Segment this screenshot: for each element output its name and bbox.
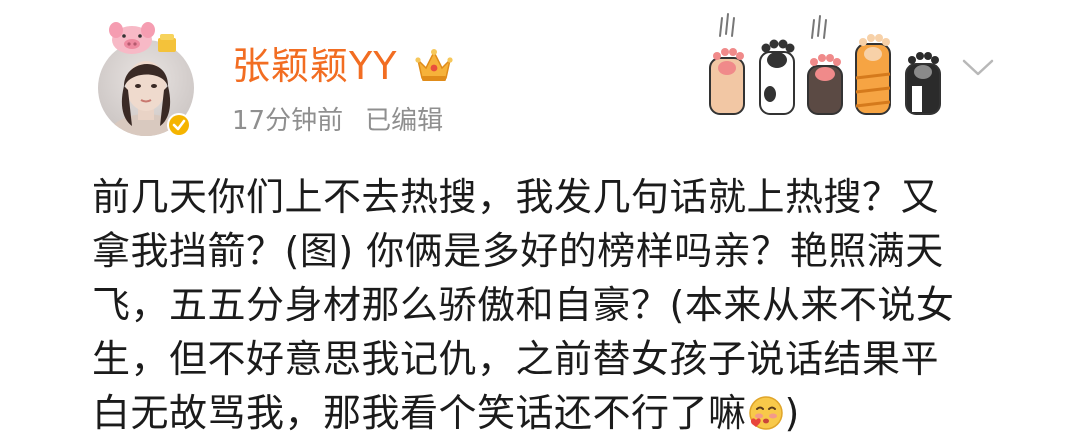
post-meta: 17分钟前 已编辑 <box>232 104 443 138</box>
post-body: 前几天你们上不去热搜，我发几句话就上热搜？又 拿我挡箭？(图) 你俩是多好的榜样… <box>92 170 992 440</box>
edited-label[interactable]: 已编辑 <box>365 106 443 136</box>
post-line: 飞，五五分身材那么骄傲和自豪？(本来从来不说女 <box>92 283 955 327</box>
chevron-down-icon[interactable] <box>960 56 996 78</box>
cat-paws-icon <box>709 13 941 115</box>
post-line: 白无故骂我，那我看个笑话还不行了嘛 <box>92 391 747 435</box>
post-line-last: 白无故骂我，那我看个笑话还不行了嘛 ) <box>92 386 992 440</box>
pig-ears-icon <box>109 22 176 54</box>
blushing-emoji-icon <box>748 396 783 430</box>
post-line: 前几天你们上不去热搜，我发几句话就上热搜？又 <box>92 175 940 219</box>
post-line: ) <box>784 391 800 435</box>
weibo-post-card: 张颖颖YY 17分钟前 已编辑 前几天你们上不去热搜，我发几句话就上热搜？又 拿… <box>0 0 1080 448</box>
post-line: 生，但不好意思我记仇，之前替女孩子说话结果平 <box>92 337 940 381</box>
author-name[interactable]: 张颖颖YY <box>232 44 397 88</box>
verified-badge-icon <box>167 113 191 137</box>
crown-icon <box>415 49 453 81</box>
author-avatar-wrap[interactable] <box>92 22 204 142</box>
post-line: 拿我挡箭？(图) 你俩是多好的榜样吗亲？艳照满天 <box>92 229 944 273</box>
post-time[interactable]: 17分钟前 <box>232 106 343 136</box>
